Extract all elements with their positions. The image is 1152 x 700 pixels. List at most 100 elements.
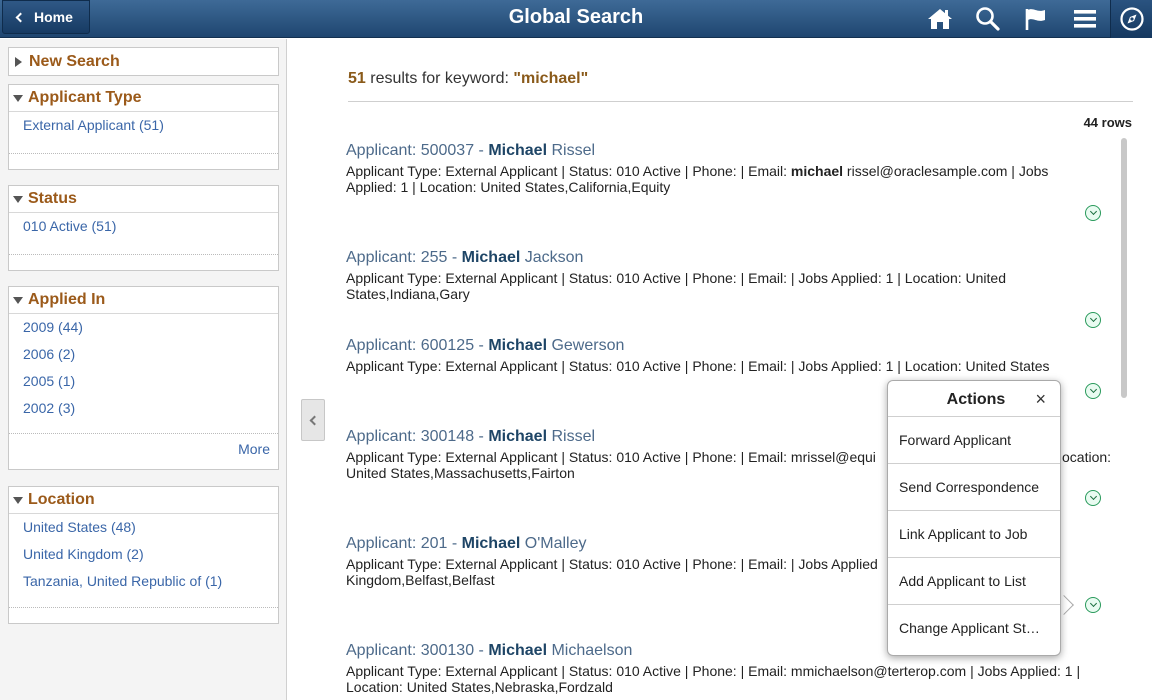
- facet-footer: [9, 607, 278, 623]
- result-prefix: Applicant: 255 -: [346, 249, 462, 266]
- status-facet: Status 010 Active (51): [8, 185, 279, 271]
- facet-footer: [9, 254, 278, 270]
- action-forward-applicant[interactable]: Forward Applicant: [888, 417, 1060, 464]
- location-header[interactable]: Location: [9, 487, 278, 514]
- chevron-down-icon: [1089, 314, 1097, 323]
- facet-title: Status: [28, 190, 77, 207]
- result-summary: 51 results for keyword: "michael": [348, 70, 588, 88]
- facet-item-tanzania[interactable]: Tanzania, United Republic of (1): [9, 568, 278, 595]
- chevron-left-icon: [15, 12, 26, 23]
- result-name: O'Malley: [520, 535, 587, 552]
- action-send-correspondence[interactable]: Send Correspondence: [888, 464, 1060, 511]
- related-actions-button[interactable]: [1085, 490, 1101, 506]
- chevron-down-icon: [1089, 492, 1097, 501]
- home-button[interactable]: Home: [2, 0, 90, 34]
- chevron-down-icon: [1089, 207, 1097, 216]
- result-description: Applicant Type: External Applicant | Sta…: [346, 663, 1081, 695]
- new-search-link[interactable]: New Search: [9, 48, 278, 75]
- facet-item-2005[interactable]: 2005 (1): [9, 368, 278, 395]
- top-bar: Home Global Search: [0, 0, 1152, 38]
- facet-item-2006[interactable]: 2006 (2): [9, 341, 278, 368]
- result-prefix: Applicant: 201 -: [346, 535, 462, 552]
- facet-item-united-kingdom[interactable]: United Kingdom (2): [9, 541, 278, 568]
- result-highlight: Michael: [461, 535, 521, 552]
- triangle-down-icon: [13, 296, 23, 304]
- result-prefix: Applicant: 300148 -: [346, 428, 489, 445]
- facet-item-external-applicant[interactable]: External Applicant (51): [9, 112, 278, 139]
- chevron-left-icon: [309, 415, 320, 425]
- result-name: Rissel: [547, 428, 596, 445]
- result-description-fragment: ocation:: [1062, 449, 1112, 465]
- status-header[interactable]: Status: [9, 186, 278, 213]
- result-item: Applicant: 255 - Michael Jackson Applica…: [346, 249, 1116, 302]
- rows-count: 44 rows: [1083, 115, 1132, 130]
- result-description: Applicant Type: External Applicant | Sta…: [346, 163, 1076, 195]
- applied-in-facet: Applied In 2009 (44) 2006 (2) 2005 (1) 2…: [8, 286, 279, 470]
- result-title-link[interactable]: Applicant: 255 - Michael Jackson: [346, 249, 1116, 269]
- chevron-down-icon: [1089, 599, 1097, 608]
- result-highlight: Michael: [488, 428, 548, 445]
- result-highlight: Michael: [461, 249, 521, 266]
- result-description: Applicant Type: External Applicant | Sta…: [346, 270, 1006, 302]
- action-add-applicant-to-list[interactable]: Add Applicant to List: [888, 558, 1060, 605]
- more-link[interactable]: More: [9, 433, 278, 463]
- applicant-type-facet: Applicant Type External Applicant (51): [8, 84, 279, 170]
- collapse-panel-button[interactable]: [301, 399, 325, 441]
- desc-text: Applicant Type: External Applicant | Sta…: [346, 163, 791, 179]
- menu-icon[interactable]: [1070, 4, 1100, 34]
- flag-icon[interactable]: [1021, 4, 1051, 34]
- desc-highlight: michael: [790, 163, 844, 179]
- facet-item-united-states[interactable]: United States (48): [9, 514, 278, 541]
- actions-popup: Actions × Forward Applicant Send Corresp…: [887, 380, 1061, 656]
- home-label: Home: [34, 9, 73, 25]
- chevron-down-icon: [1089, 385, 1097, 394]
- result-title-link[interactable]: Applicant: 600125 - Michael Gewerson: [346, 337, 1116, 357]
- applicant-type-header[interactable]: Applicant Type: [9, 85, 278, 112]
- facet-title: Applicant Type: [28, 89, 142, 106]
- triangle-down-icon: [13, 496, 23, 504]
- result-item: Applicant: 600125 - Michael Gewerson App…: [346, 337, 1116, 374]
- related-actions-button[interactable]: [1085, 383, 1101, 399]
- applied-in-header[interactable]: Applied In: [9, 287, 278, 314]
- related-actions-button[interactable]: [1085, 597, 1101, 613]
- summary-text: results for keyword:: [365, 70, 514, 87]
- scrollbar[interactable]: [1121, 138, 1127, 398]
- facet-item-2009[interactable]: 2009 (44): [9, 314, 278, 341]
- facet-item-active[interactable]: 010 Active (51): [9, 213, 278, 240]
- result-count: 51: [348, 70, 366, 87]
- divider: [348, 101, 1133, 102]
- popup-title: Actions: [888, 381, 1060, 417]
- new-search-label: New Search: [29, 52, 120, 70]
- result-highlight: Michael: [488, 642, 548, 659]
- result-prefix: Applicant: 500037 -: [346, 142, 489, 159]
- close-icon[interactable]: ×: [1035, 390, 1046, 408]
- triangle-down-icon: [13, 94, 23, 102]
- compass-icon: [1119, 7, 1144, 31]
- result-highlight: Michael: [488, 142, 548, 159]
- triangle-right-icon: [15, 56, 22, 67]
- result-name: Gewerson: [547, 337, 625, 354]
- facet-footer: [9, 153, 278, 169]
- facet-title: Location: [28, 491, 95, 508]
- result-item: Applicant: 500037 - Michael Rissel Appli…: [346, 142, 1116, 195]
- action-change-applicant-status[interactable]: Change Applicant St…: [888, 605, 1060, 652]
- search-keyword: "michael": [513, 70, 589, 87]
- location-facet: Location United States (48) United Kingd…: [8, 486, 279, 624]
- facet-item-2002[interactable]: 2002 (3): [9, 395, 278, 422]
- result-prefix: Applicant: 300130 -: [346, 642, 489, 659]
- result-name: Rissel: [547, 142, 596, 159]
- related-actions-button[interactable]: [1085, 205, 1101, 221]
- triangle-down-icon: [13, 195, 23, 203]
- action-link-applicant-to-job[interactable]: Link Applicant to Job: [888, 511, 1060, 558]
- result-description: Applicant Type: External Applicant | Sta…: [346, 358, 1050, 374]
- navbar-button[interactable]: [1110, 0, 1152, 38]
- result-name: Michaelson: [547, 642, 633, 659]
- search-icon[interactable]: [973, 4, 1003, 34]
- result-name: Jackson: [520, 249, 584, 266]
- new-search-facet: New Search: [8, 47, 279, 76]
- filter-panel: New Search Applicant Type External Appli…: [0, 39, 287, 700]
- related-actions-button[interactable]: [1085, 312, 1101, 328]
- result-title-link[interactable]: Applicant: 500037 - Michael Rissel: [346, 142, 1116, 162]
- result-highlight: Michael: [488, 337, 548, 354]
- home-icon[interactable]: [925, 4, 955, 34]
